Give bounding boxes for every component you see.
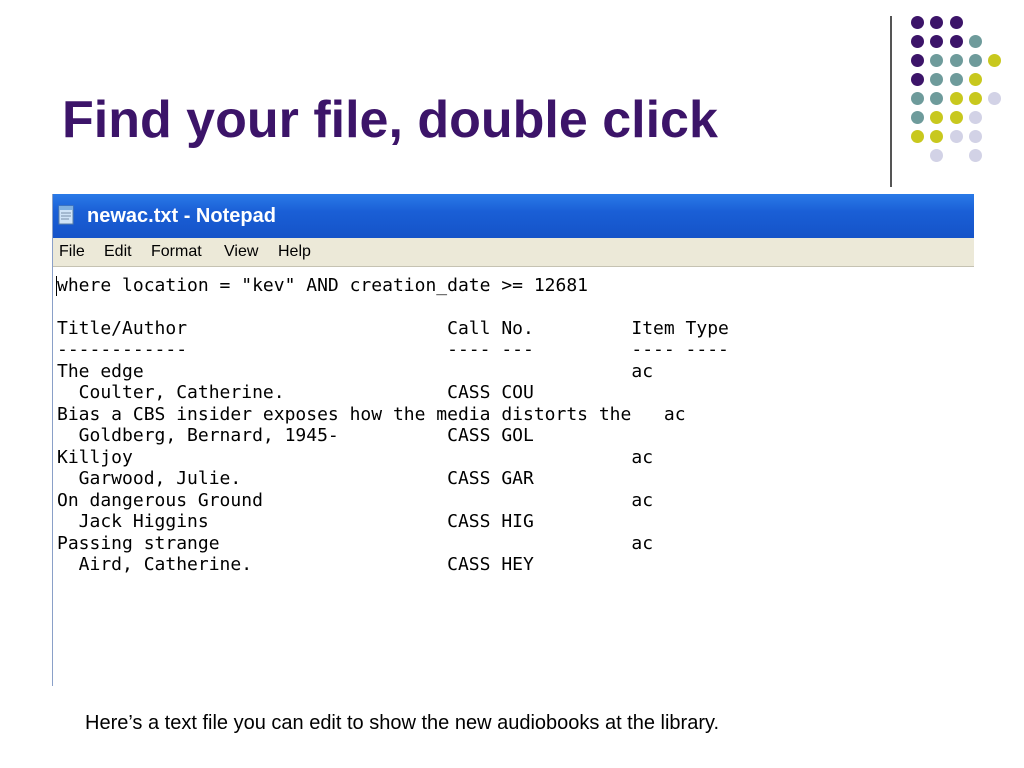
decorative-dot [911,16,924,29]
decorative-dot [969,149,982,162]
notepad-icon [58,205,74,225]
menu-file[interactable]: File [59,243,85,261]
decorative-dot [930,35,943,48]
decorative-dot [950,130,963,143]
text-line: where location = "kev" AND creation_date… [57,275,589,296]
notepad-window: newac.txt - Notepad File Edit Format Vie… [52,194,974,686]
decorative-dot [950,16,963,29]
decorative-dot [930,92,943,105]
decorative-dot [988,54,1001,67]
text-line: Title/Author Call No. Item Type [57,318,729,339]
text-line: Garwood, Julie. CASS GAR [57,468,534,489]
decorative-dot [911,130,924,143]
decorative-dot [969,73,982,86]
decorative-dot [911,92,924,105]
decorative-dot [911,111,924,124]
slide-title: Find your file, double click [62,91,718,149]
text-line: Passing strange ac [57,533,654,554]
decorative-dot [988,92,1001,105]
decorative-dot [969,130,982,143]
decorative-dot [969,35,982,48]
decorative-divider [890,16,892,187]
text-line: Jack Higgins CASS HIG [57,511,534,532]
menu-edit[interactable]: Edit [104,243,132,261]
text-line: Coulter, Catherine. CASS COU [57,382,534,403]
decorative-dot [930,111,943,124]
menu-format[interactable]: Format [151,243,202,261]
decorative-dot [950,35,963,48]
decorative-dot [930,130,943,143]
window-title: newac.txt - Notepad [87,205,276,227]
decorative-dot [930,73,943,86]
decorative-dot [911,35,924,48]
decorative-dot [911,73,924,86]
decorative-dot [911,54,924,67]
text-line: Goldberg, Bernard, 1945- CASS GOL [57,425,534,446]
decorative-dot [969,111,982,124]
text-line: The edge ac [57,361,654,382]
menu-view[interactable]: View [224,243,258,261]
text-line: Bias a CBS insider exposes how the media… [57,404,686,425]
window-titlebar[interactable]: newac.txt - Notepad [53,194,974,238]
decorative-dot [950,54,963,67]
text-editor-area[interactable]: where location = "kev" AND creation_date… [53,267,974,686]
decorative-dot [930,16,943,29]
menu-help[interactable]: Help [278,243,311,261]
decorative-dot [950,73,963,86]
text-line: Aird, Catherine. CASS HEY [57,554,534,575]
menu-bar: File Edit Format View Help [53,238,974,267]
decorative-dot [930,149,943,162]
decorative-dot [950,92,963,105]
text-line: Killjoy ac [57,447,654,468]
decorative-dot [969,92,982,105]
slide-caption: Here’s a text file you can edit to show … [85,712,720,734]
text-line: ------------ ---- --- ---- ---- [57,339,729,360]
decorative-dot [930,54,943,67]
text-line: On dangerous Ground ac [57,490,654,511]
decorative-dot [950,111,963,124]
decorative-dot [969,54,982,67]
